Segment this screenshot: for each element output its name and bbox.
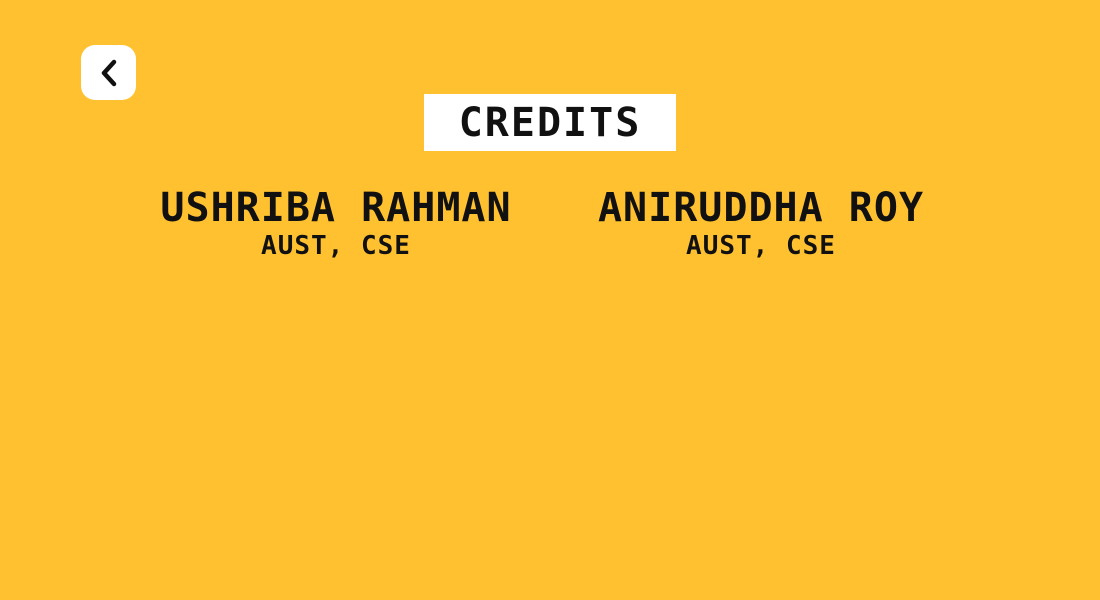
credit-entry-2: ANIRUDDHA ROY AUST, CSE <box>551 186 971 262</box>
page-title: CREDITS <box>458 99 642 146</box>
credit-name: ANIRUDDHA ROY <box>597 185 925 231</box>
credit-affiliation: AUST, CSE <box>686 231 836 261</box>
chevron-left-icon <box>97 58 121 88</box>
credit-affiliation: AUST, CSE <box>261 231 411 261</box>
credit-entry-1: USHRIBA RAHMAN AUST, CSE <box>126 186 546 262</box>
back-button[interactable] <box>81 45 136 100</box>
title-banner: CREDITS <box>424 94 676 151</box>
credit-name: USHRIBA RAHMAN <box>160 185 512 231</box>
